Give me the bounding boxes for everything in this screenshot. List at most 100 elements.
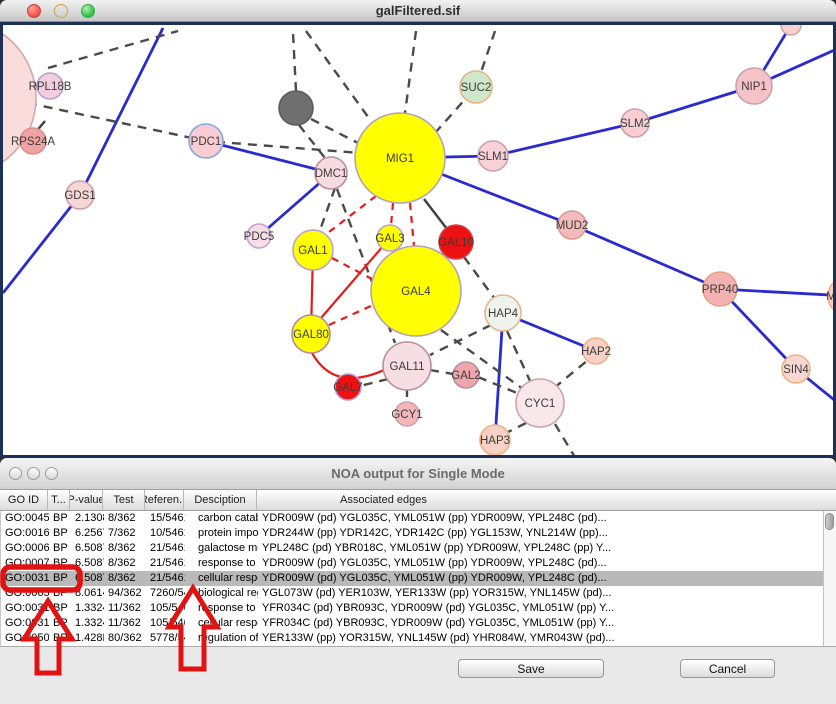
edge-pp [495, 313, 503, 440]
edge-pp [493, 123, 635, 156]
cell: BP [49, 616, 71, 631]
edge-pd [554, 360, 588, 388]
cell: 8/362 [104, 511, 146, 526]
node-label-GAL7: GAL7 [333, 382, 362, 394]
column-header-label: Associated edges [340, 494, 427, 506]
noa-window-titlebar[interactable]: NOA output for Single Mode [0, 458, 836, 490]
network-canvas[interactable]: RPL18BRPS24AGDS1PDC1MIG1SUC2SLM1SLM2NIP1… [0, 22, 836, 458]
node-label-GAL2: GAL2 [451, 370, 480, 382]
cell: 8/362 [104, 571, 146, 586]
table-row[interactable]: GO:0006...BP6.5087...8/36221/54615galact… [1, 541, 823, 556]
cell: BP [49, 601, 71, 616]
node-label-GCY1: GCY1 [391, 409, 422, 421]
cell: 1.3324... [71, 616, 104, 631]
graph-window-titlebar[interactable]: galFiltered.sif [0, 0, 836, 22]
node-label-RPS24A: RPS24A [11, 136, 55, 148]
cell: regulation of bi... [185, 631, 258, 646]
save-button[interactable]: Save [458, 659, 604, 678]
cell: 8.0614... [71, 586, 104, 601]
cell: YFR034C (pd) YBR093C, YDR009W (pd) YGL03… [258, 601, 823, 616]
cell: 80/362 [104, 631, 146, 646]
scrollbar-thumb[interactable] [825, 513, 834, 530]
zoom-button[interactable] [81, 4, 95, 18]
node-label-NIP1: NIP1 [741, 81, 767, 93]
table-row[interactable]: GO:0031...BP1.3324...11/362105/546...res… [1, 601, 823, 616]
table-row[interactable]: GO:0031...BP6.5087...8/36221/54615cellul… [1, 571, 823, 586]
column-header-associated-edges[interactable]: Associated edges [257, 490, 823, 510]
cell: response to nut... [185, 601, 258, 616]
cell: 2.1308... [71, 511, 104, 526]
node-label-GAL4: GAL4 [401, 286, 431, 298]
node-label-GAL3: GAL3 [375, 233, 404, 245]
edge-pd [48, 31, 178, 68]
cell: GO:0007... [1, 556, 49, 571]
edge-pp [572, 225, 720, 289]
minimize-button[interactable] [54, 4, 68, 18]
column-header-label: Referen... [145, 494, 184, 506]
edge-pd [430, 370, 453, 374]
cell: 94/362 [104, 586, 146, 601]
cell: response to nut... [185, 556, 258, 571]
node-label-HAP3: HAP3 [480, 435, 510, 447]
cell: 7260/54... [146, 586, 185, 601]
graph-window-title: galFiltered.sif [376, 3, 461, 18]
cancel-button[interactable]: Cancel [680, 659, 775, 678]
edge-pd [464, 257, 495, 299]
column-header-go-id[interactable]: GO ID [0, 490, 48, 510]
node-label-RPL18B: RPL18B [29, 81, 72, 93]
network-svg: RPL18BRPS24AGDS1PDC1MIG1SUC2SLM1SLM2NIP1… [3, 25, 833, 455]
edge-pd [299, 125, 325, 158]
table-row[interactable]: GO:0065...BP8.0614...94/3627260/54...bio… [1, 586, 823, 601]
cell: GO:0045... [1, 511, 49, 526]
node-label-GAL11: GAL11 [390, 361, 425, 373]
column-header-label: GO ID [8, 494, 39, 506]
node-label-SIN4: SIN4 [783, 364, 809, 376]
node-label-SUC2: SUC2 [461, 82, 492, 94]
node-unnamed-gray[interactable] [279, 91, 313, 125]
node-label-GAL80: GAL80 [293, 329, 329, 341]
cell: YDR009W (pd) YGL035C, YML051W (pp) YDR00… [258, 556, 823, 571]
close-button[interactable] [27, 4, 41, 18]
column-header-referen-[interactable]: Referen... [145, 490, 184, 510]
cell: YER133W (pp) YOR315W, YNL145W (pd) YHR08… [258, 631, 823, 646]
cell: BP [49, 526, 71, 541]
zoom-button[interactable] [45, 467, 58, 480]
cell: galactose meta... [185, 541, 258, 556]
cell: BP [49, 631, 71, 646]
column-header-label: T... [51, 494, 66, 506]
cell: 105/546... [146, 601, 185, 616]
column-header-p-value[interactable]: P-value [70, 490, 103, 510]
edge-red_dash [325, 196, 376, 235]
table-row[interactable]: GO:0045...BP2.1308...8/36215/54615carbon… [1, 511, 823, 526]
node-label-PRP40: PRP40 [702, 284, 738, 296]
graph-window: galFiltered.sif RPL18BRPS24AGDS1PDC1MIG1… [0, 0, 836, 458]
cell: YDR009W (pd) YGL035C, YML051W (pp) YDR00… [258, 571, 823, 586]
column-header-test[interactable]: Test [103, 490, 145, 510]
cell: carbon cataboli... [185, 511, 258, 526]
edge-red_dash [391, 203, 393, 225]
node-unnamed-top[interactable] [781, 25, 801, 35]
edge-red_dash [410, 203, 414, 246]
cell: YFR034C (pd) YBR093C, YDR009W (pd) YGL03… [258, 616, 823, 631]
close-button[interactable] [9, 467, 22, 480]
node-label-MSN: MSN [826, 291, 833, 303]
node-label-CYC1: CYC1 [525, 398, 556, 410]
minimize-button[interactable] [27, 467, 40, 480]
column-header-desciption[interactable]: Desciption [184, 490, 257, 510]
edge-pp [3, 195, 80, 293]
table-row[interactable]: GO:0050...BP1.428E...80/3625778/54...reg… [1, 631, 823, 646]
node-label-SLM2: SLM2 [620, 118, 650, 130]
column-header-t-[interactable]: T... [48, 490, 70, 510]
cell: 10/54615 [146, 526, 185, 541]
vertical-scrollbar[interactable] [823, 511, 836, 646]
cell: BP [49, 571, 71, 586]
table-row[interactable]: GO:0007...BP6.5087...8/36221/54615respon… [1, 556, 823, 571]
cell: 6.2567... [71, 526, 104, 541]
edge-pd [319, 188, 335, 233]
table-row[interactable]: GO:0016...BP6.2567...7/36210/54615protei… [1, 526, 823, 541]
cell: cellular respons... [185, 616, 258, 631]
cell: 21/54615 [146, 571, 185, 586]
cell: YDR244W (pp) YDR142C, YDR142C (pp) YGL15… [258, 526, 823, 541]
cell: 6.5087... [71, 571, 104, 586]
table-row[interactable]: GO:0031...BP1.3324...11/362105/546...cel… [1, 616, 823, 631]
